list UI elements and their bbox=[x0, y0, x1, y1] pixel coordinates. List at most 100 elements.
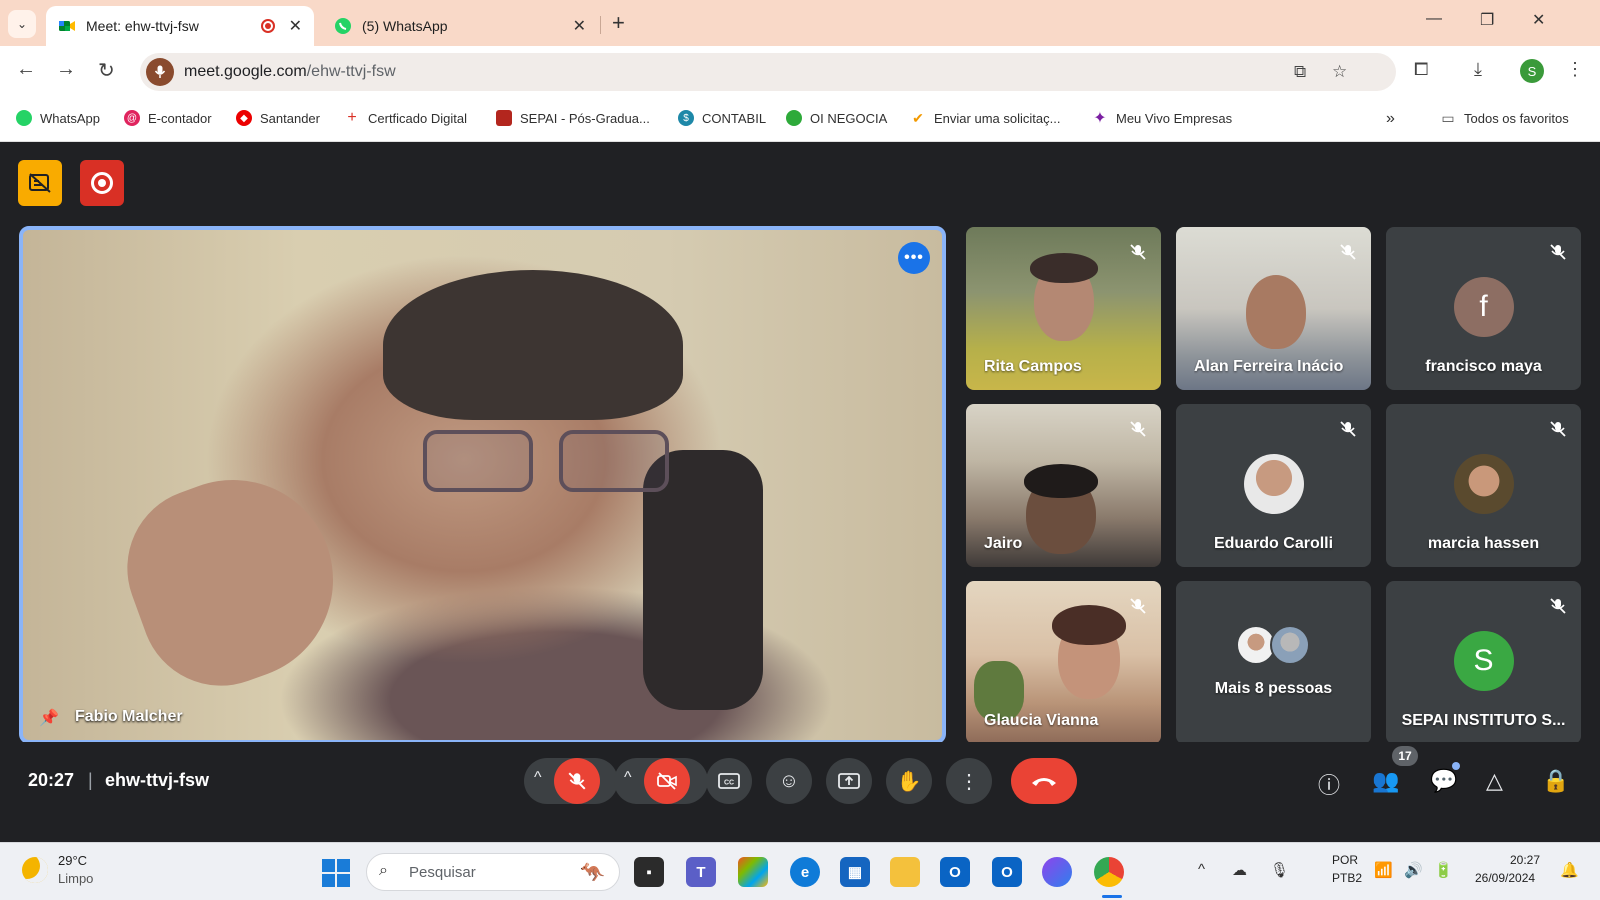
more-options-button[interactable]: ⋮ bbox=[946, 758, 992, 804]
main-speaker-video[interactable]: ••• 📌 Fabio Malcher bbox=[19, 226, 946, 744]
bookmark-label: Meu Vivo Empresas bbox=[1116, 110, 1233, 126]
keyboard-layout[interactable]: PTB2 bbox=[1332, 871, 1362, 885]
bookmark-e-contador[interactable]: @ E-contador bbox=[124, 110, 212, 126]
more-people-tile[interactable]: Mais 8 pessoas bbox=[1176, 581, 1371, 744]
participant-name: SEPAI INSTITUTO S... bbox=[1401, 712, 1566, 729]
whatsapp-icon bbox=[335, 18, 351, 34]
bookmark-oi-negocia[interactable]: OI NEGOCIA bbox=[786, 110, 887, 126]
bookmark-whatsapp[interactable]: WhatsApp bbox=[16, 110, 100, 126]
close-window-icon[interactable]: ✕ bbox=[1532, 10, 1545, 30]
copilot-app-icon[interactable] bbox=[1042, 857, 1072, 887]
pin-icon[interactable]: 📌 bbox=[39, 708, 59, 728]
outlook-new-icon[interactable]: O bbox=[992, 857, 1022, 887]
captions-button[interactable]: CC bbox=[706, 758, 752, 804]
microphone-tray-icon[interactable]: 🎙 bbox=[1270, 861, 1289, 879]
meeting-info-icon[interactable]: ⓘ bbox=[1318, 768, 1340, 800]
bookmark-certificado[interactable]: + Certficado Digital bbox=[344, 109, 467, 126]
participant-hair bbox=[1024, 464, 1098, 498]
participant-tile-glaucia[interactable]: Glaucia Vianna bbox=[966, 581, 1161, 744]
tab-meet[interactable]: Meet: ehw-ttvj-fsw ✕ bbox=[46, 6, 314, 46]
bookmark-contabil[interactable]: $ CONTABIL bbox=[678, 110, 766, 126]
raise-hand-button[interactable]: ✋ bbox=[886, 758, 932, 804]
close-tab-icon[interactable]: ✕ bbox=[573, 16, 586, 36]
activities-icon[interactable]: △ bbox=[1486, 768, 1503, 794]
e-contador-icon: @ bbox=[124, 110, 140, 126]
outlook-icon[interactable]: O bbox=[940, 857, 970, 887]
tab-search-button[interactable]: ⌄ bbox=[8, 10, 36, 38]
wifi-icon[interactable]: 📶 bbox=[1374, 861, 1393, 879]
download-icon[interactable]: ⤓ bbox=[1474, 59, 1482, 80]
new-tab-button[interactable]: + bbox=[612, 10, 625, 36]
close-tab-icon[interactable]: ✕ bbox=[289, 16, 302, 36]
tab-whatsapp[interactable]: (5) WhatsApp ✕ bbox=[322, 6, 598, 46]
address-bar[interactable]: meet.google.com/ehw-ttvj-fsw ⧉ ☆ bbox=[140, 53, 1396, 91]
time-separator: | bbox=[88, 770, 93, 790]
bookmark-star-icon[interactable]: ☆ bbox=[1332, 62, 1347, 82]
onedrive-cloud-icon[interactable]: ☁ bbox=[1232, 861, 1247, 879]
people-icon[interactable]: 👥 bbox=[1372, 768, 1399, 794]
record-icon bbox=[91, 172, 113, 194]
clock-time[interactable]: 20:27 bbox=[1510, 853, 1540, 867]
participant-tile-eduardo[interactable]: Eduardo Carolli bbox=[1176, 404, 1371, 567]
hand-icon: ✋ bbox=[896, 770, 922, 793]
kebab-menu-icon[interactable]: ⋮ bbox=[1566, 59, 1584, 80]
extensions-puzzle-icon[interactable]: ⧠ bbox=[1414, 59, 1428, 80]
teams-icon[interactable]: T bbox=[686, 857, 716, 887]
weather-condition[interactable]: Limpo bbox=[58, 871, 93, 886]
mic-off-icon bbox=[568, 772, 586, 790]
restore-icon[interactable]: ❐ bbox=[1480, 10, 1494, 30]
captions-off-badge[interactable] bbox=[18, 160, 62, 206]
participant-tile-jairo[interactable]: Jairo bbox=[966, 404, 1161, 567]
microphone-site-icon[interactable] bbox=[146, 58, 174, 86]
bookmark-enviar[interactable]: ✔ Enviar uma solicitaç... bbox=[910, 110, 1060, 126]
clock-date[interactable]: 26/09/2024 bbox=[1475, 871, 1535, 885]
notification-bell-icon[interactable]: 🔔 bbox=[1560, 861, 1579, 879]
all-bookmarks-folder[interactable]: ▭ Todos os favoritos bbox=[1440, 110, 1568, 126]
participant-tile-rita[interactable]: Rita Campos bbox=[966, 227, 1161, 390]
participant-name: Glaucia Vianna bbox=[984, 712, 1099, 729]
file-explorer-icon[interactable] bbox=[890, 857, 920, 887]
bookmark-sepai[interactable]: SEPAI - Pós-Gradua... bbox=[496, 110, 650, 126]
url-text[interactable]: meet.google.com/ehw-ttvj-fsw bbox=[184, 63, 396, 81]
microsoft-store-icon[interactable]: ▦ bbox=[840, 857, 870, 887]
participant-tile-alan[interactable]: Alan Ferreira Inácio bbox=[1176, 227, 1371, 390]
recording-badge[interactable] bbox=[80, 160, 124, 206]
edge-browser-icon[interactable]: e bbox=[790, 857, 820, 887]
reload-icon[interactable]: ↻ bbox=[98, 58, 115, 83]
weather-temperature[interactable]: 29°C bbox=[58, 853, 87, 868]
tab-divider bbox=[600, 16, 601, 34]
taskbar-search-input[interactable]: ⌕ Pesquisar 🦘 bbox=[366, 853, 620, 891]
bookmarks-overflow-button[interactable]: » bbox=[1386, 110, 1395, 128]
volume-icon[interactable]: 🔊 bbox=[1404, 861, 1423, 879]
battery-icon[interactable]: 🔋 bbox=[1434, 861, 1453, 879]
participant-tile-marcia[interactable]: marcia hassen bbox=[1386, 404, 1581, 567]
moon-weather-icon[interactable] bbox=[22, 857, 48, 883]
minimize-icon[interactable]: — bbox=[1426, 10, 1442, 28]
open-in-window-icon[interactable]: ⧉ bbox=[1294, 62, 1306, 82]
chrome-icon[interactable] bbox=[1094, 857, 1124, 887]
more-options-icon[interactable]: ••• bbox=[898, 242, 930, 274]
reactions-button[interactable]: ☺ bbox=[766, 758, 812, 804]
task-view-icon[interactable]: ▪ bbox=[634, 857, 664, 887]
windows-start-icon[interactable] bbox=[322, 859, 350, 887]
forward-arrow-icon[interactable]: → bbox=[56, 58, 76, 81]
oi-icon bbox=[786, 110, 802, 126]
host-controls-lock-icon[interactable]: 🔒 bbox=[1542, 768, 1569, 794]
audio-options-chevron-icon[interactable]: ^ bbox=[534, 769, 542, 787]
participant-tile-francisco[interactable]: f francisco maya bbox=[1386, 227, 1581, 390]
participant-tile-sepai[interactable]: S SEPAI INSTITUTO S... bbox=[1386, 581, 1581, 744]
show-hidden-icons-chevron-icon[interactable]: ^ bbox=[1198, 861, 1205, 878]
mic-toggle-button[interactable] bbox=[554, 758, 600, 804]
bookmark-santander[interactable]: ◆ Santander bbox=[236, 110, 320, 126]
camera-toggle-button[interactable] bbox=[644, 758, 690, 804]
active-app-indicator bbox=[1102, 895, 1122, 898]
input-language[interactable]: POR bbox=[1332, 853, 1358, 867]
back-arrow-icon[interactable]: ← bbox=[16, 58, 36, 81]
profile-avatar[interactable]: S bbox=[1520, 59, 1544, 83]
video-options-chevron-icon[interactable]: ^ bbox=[624, 769, 632, 787]
bookmark-vivo[interactable]: ✦ Meu Vivo Empresas bbox=[1092, 110, 1233, 127]
present-screen-button[interactable] bbox=[826, 758, 872, 804]
chat-icon[interactable]: 💬 bbox=[1430, 768, 1457, 794]
leave-call-button[interactable] bbox=[1011, 758, 1077, 804]
copilot-icon[interactable] bbox=[738, 857, 768, 887]
